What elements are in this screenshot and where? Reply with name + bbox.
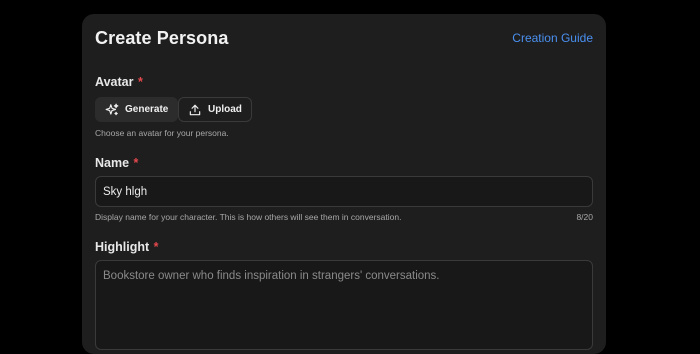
- highlight-label: Highlight *: [95, 240, 159, 254]
- avatar-required-mark: *: [137, 75, 143, 89]
- name-required-mark: *: [133, 156, 139, 170]
- name-char-counter: 8/20: [576, 212, 593, 222]
- upload-icon: [188, 103, 202, 117]
- name-input[interactable]: [95, 176, 593, 207]
- create-persona-card: Create Persona Creation Guide Avatar * G…: [82, 14, 606, 354]
- highlight-textarea[interactable]: [95, 260, 593, 350]
- name-label-text: Name: [95, 156, 130, 170]
- generate-avatar-button[interactable]: Generate: [95, 97, 179, 122]
- creation-guide-link[interactable]: Creation Guide: [512, 31, 593, 45]
- avatar-help-text: Choose an avatar for your persona.: [95, 128, 229, 138]
- generate-button-label: Generate: [125, 104, 169, 115]
- highlight-required-mark: *: [153, 240, 159, 254]
- name-label: Name *: [95, 156, 138, 170]
- highlight-label-text: Highlight: [95, 240, 150, 254]
- upload-avatar-button[interactable]: Upload: [178, 97, 252, 122]
- avatar-label: Avatar *: [95, 75, 143, 89]
- page-title: Create Persona: [95, 28, 229, 48]
- avatar-label-text: Avatar: [95, 75, 134, 89]
- upload-button-label: Upload: [208, 104, 242, 115]
- sparkles-icon: [105, 103, 119, 117]
- name-help-text: Display name for your character. This is…: [95, 212, 402, 222]
